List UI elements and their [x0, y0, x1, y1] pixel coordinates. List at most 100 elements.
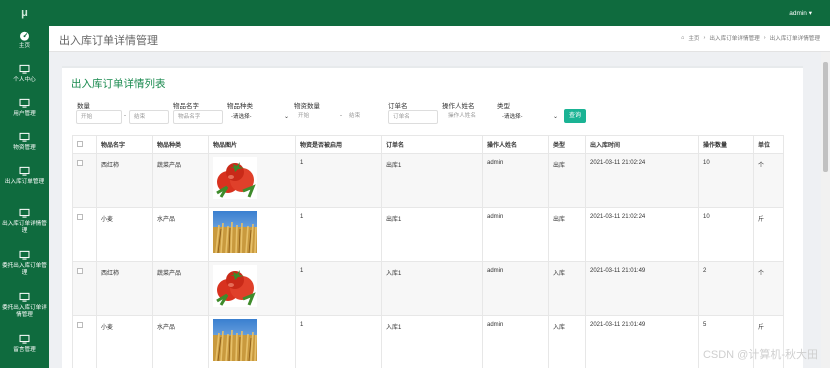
cell-operator: admin [482, 207, 549, 262]
search-button[interactable]: 查询 [564, 109, 586, 123]
sidebar-item-label: 用户管理 [13, 111, 36, 117]
panel-title: 出入库订单详情列表 [71, 78, 166, 90]
operator-label: 操作人姓名 [442, 103, 475, 110]
row-checkbox[interactable] [77, 268, 83, 274]
qty-label: 数量 [77, 103, 90, 110]
kind-select[interactable]: -请选择- ⌄ [231, 110, 291, 124]
type-select[interactable]: -请选择- ⌄ [502, 110, 560, 124]
cell-enabled: 1 [295, 261, 382, 316]
breadcrumb-home[interactable]: 主页 [688, 34, 699, 42]
monitor-icon [19, 334, 30, 344]
col-type: 类型 [548, 135, 586, 154]
chevron-down-icon: ⌄ [283, 114, 289, 120]
row-checkbox[interactable] [77, 322, 83, 328]
qty-end-input[interactable]: 结束 [129, 110, 169, 124]
cell-order: 入库1 [381, 315, 483, 368]
sidebar-item[interactable]: 委托出入库订单详情管理 [0, 288, 49, 330]
scrollbar[interactable] [821, 52, 830, 368]
row-checkbox-cell[interactable] [72, 207, 97, 262]
cell-time: 2021-03-11 21:01:49 [585, 261, 699, 316]
sidebar: μ 主页个人中心用户管理物资管理 出入库订单管理 出入库订单详情管理 委托出入库订单管… [0, 0, 49, 368]
kind-label: 物品种类 [227, 103, 253, 110]
watermark: CSDN @计算机-秋大田 [702, 349, 818, 361]
monitor-icon [19, 98, 30, 108]
type-label: 类型 [497, 103, 510, 110]
cell-name: 小麦 [96, 207, 153, 262]
cell-qty: 2 [698, 261, 754, 316]
table-row[interactable]: 小麦 水产品 1 入库1 admin 入库 2021-03-11 21:01:49 5 斤 [72, 315, 784, 368]
monitor-icon [19, 132, 30, 142]
col-kind: 物品种类 [152, 135, 209, 154]
breadcrumb-item[interactable]: 出入库订单详情管理 [709, 34, 759, 42]
cell-image [208, 315, 296, 368]
cell-kind: 水产品 [152, 315, 209, 368]
tomato-image [213, 157, 257, 199]
home-icon: ⌂ [680, 35, 685, 41]
cell-order: 出库1 [381, 207, 483, 262]
cell-time: 2021-03-11 21:02:24 [585, 207, 699, 262]
cell-qty: 10 [698, 207, 754, 262]
wheat-image [213, 319, 257, 362]
breadcrumb-current: 出入库订单详情管理 [769, 36, 820, 42]
cell-kind: 蔬菜产品 [152, 153, 209, 208]
row-checkbox[interactable] [77, 160, 83, 166]
cell-time: 2021-03-11 21:02:24 [585, 153, 699, 208]
table-row[interactable]: 小麦 水产品 1 出库1 admin 出库 2021-03-11 21:02:24 10 斤 [72, 207, 784, 262]
sidebar-item[interactable]: 个人中心 [0, 60, 49, 94]
user-menu[interactable]: admin ▾ [789, 9, 812, 17]
scrollbar-thumb[interactable] [823, 62, 828, 172]
cell-type: 入库 [548, 315, 586, 368]
sidebar-item[interactable]: 出入库订单详情管理 [0, 204, 49, 246]
order-label: 订单名 [388, 103, 408, 110]
cell-name: 西红柿 [96, 153, 153, 208]
search-form: 数量 开始 - 结束 物品名字 物品名字 物品种类 -请选择- ⌄ 物资数量 开始… [62, 100, 803, 126]
list-panel: 出入库订单详情列表 数量 开始 - 结束 物品名字 物品名字 物品种类 -请选择… [62, 66, 803, 368]
cell-operator: admin [482, 261, 549, 316]
cell-order: 出库1 [381, 153, 483, 208]
top-bar: admin ▾ [49, 0, 830, 26]
cell-time: 2021-03-11 21:01:49 [585, 315, 699, 368]
cell-operator: admin [482, 153, 549, 208]
chevron-down-icon: ⌄ [552, 114, 558, 120]
qty-start-input[interactable]: 开始 [76, 110, 122, 124]
sidebar-item[interactable]: 出入库订单管理 [0, 162, 49, 204]
operator-input[interactable]: 操作人姓名 [444, 110, 494, 124]
order-input[interactable]: 订单名 [388, 110, 438, 124]
sidebar-item[interactable]: 物资管理 [0, 128, 49, 162]
table-header-row: 物品名字 物品种类 物品图片 物资是否被启用 订单名 操作人姓名 类型 出入库时… [72, 135, 784, 154]
cell-enabled: 1 [295, 315, 382, 368]
stock-start-input[interactable]: 开始 [294, 110, 338, 124]
row-checkbox-cell[interactable] [72, 315, 97, 368]
sidebar-item[interactable]: 委托出入库订单管理 [0, 246, 49, 288]
cell-qty: 10 [698, 153, 754, 208]
stock-end-input[interactable]: 结束 [345, 110, 385, 124]
cell-type: 出库 [548, 207, 586, 262]
table-row[interactable]: 西红柿 蔬菜产品 1 出库1 admin 出库 2021-03-11 21:02:24 10 个 [72, 153, 784, 208]
sidebar-item[interactable]: 留言管理 [0, 330, 49, 364]
row-checkbox-cell[interactable] [72, 261, 97, 316]
stock-label: 物资数量 [294, 103, 320, 110]
cell-name: 小麦 [96, 315, 153, 368]
col-enabled: 物资是否被启用 [295, 135, 382, 154]
sidebar-item-label: 主页 [18, 43, 31, 49]
col-image: 物品图片 [208, 135, 296, 154]
cell-enabled: 1 [295, 153, 382, 208]
name-input[interactable]: 物品名字 [173, 110, 223, 124]
cell-unit: 个 [753, 261, 784, 316]
sidebar-item[interactable]: 用户管理 [0, 94, 49, 128]
monitor-icon [19, 292, 30, 302]
sidebar-item-label: 个人中心 [13, 77, 36, 83]
details-table: 物品名字 物品种类 物品图片 物资是否被启用 订单名 操作人姓名 类型 出入库时… [72, 135, 784, 368]
logo: μ [21, 7, 28, 19]
select-all-checkbox[interactable] [72, 135, 97, 154]
row-checkbox[interactable] [77, 214, 83, 220]
dashboard-icon [20, 31, 29, 41]
cell-unit: 斤 [753, 207, 784, 262]
monitor-icon [19, 208, 30, 218]
col-qty: 操作数量 [698, 135, 754, 154]
table-row[interactable]: 西红柿 蔬菜产品 1 入库1 admin 入库 2021-03-11 21:01:49 2 个 [72, 261, 784, 316]
sidebar-item[interactable]: 主页 [0, 26, 49, 60]
breadcrumb: ⌂ 主页 › 出入库订单详情管理 › 出入库订单详情管理 [680, 34, 820, 42]
row-checkbox-cell[interactable] [72, 153, 97, 208]
cell-image [208, 153, 296, 208]
